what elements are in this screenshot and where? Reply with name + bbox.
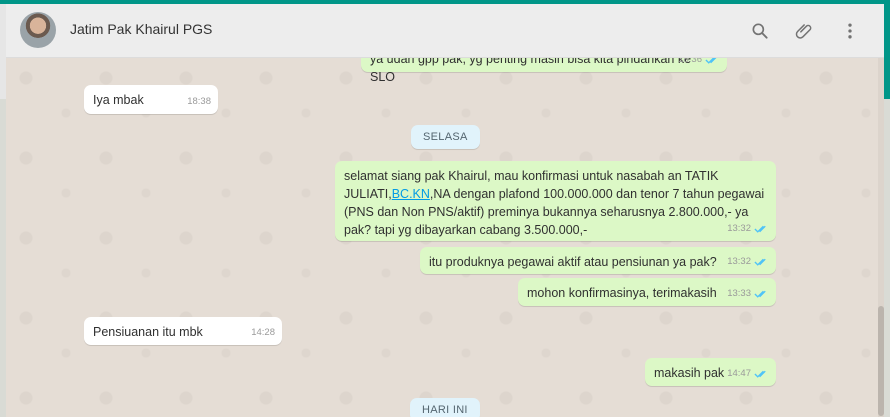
read-tick-icon (754, 225, 766, 233)
scrollbar-thumb[interactable] (878, 306, 884, 416)
message-link[interactable]: BC.KN (392, 187, 430, 201)
message-bubble[interactable]: selamat siang pak Khairul, mau konfirmas… (335, 161, 776, 241)
message-bubble[interactable]: Iya mbak 18:38 (84, 85, 218, 114)
message-text: makasih pak (654, 366, 725, 380)
read-tick-icon (754, 290, 766, 298)
message-meta: 18:36 (678, 58, 720, 69)
message-time: 18:38 (187, 96, 211, 107)
date-divider: SELASA (411, 125, 480, 149)
message-text: Iya mbak (93, 93, 144, 107)
message-meta: 14:47 (727, 365, 769, 383)
message-meta: 13:32 (727, 220, 769, 238)
chat-scrollbar[interactable] (878, 58, 884, 417)
message-bubble[interactable]: Pensiuanan itu mbk 14:28 (84, 317, 282, 345)
window-edge-right (884, 4, 890, 99)
message-time: 13:33 (727, 288, 751, 299)
message-time: 18:36 (678, 58, 702, 65)
menu-icon[interactable] (838, 19, 862, 43)
message-time: 13:32 (727, 256, 751, 267)
message-meta: 14:28 (251, 324, 275, 342)
message-bubble[interactable]: mohon konfirmasinya, terimakasih 13:33 (518, 278, 776, 306)
read-tick-icon (705, 58, 717, 64)
message-time: 13:32 (727, 223, 751, 234)
message-time: 14:28 (251, 327, 275, 338)
message-meta: 18:38 (187, 93, 211, 111)
date-divider: HARI INI (410, 398, 480, 417)
message-text: mohon konfirmasinya, terimakasih (527, 286, 717, 300)
read-tick-icon (754, 370, 766, 378)
chat-header: Jatim Pak Khairul PGS (6, 4, 884, 58)
message-bubble[interactable]: itu produknya pegawai aktif atau pensiun… (420, 247, 776, 274)
message-text: ya udah gpp pak, yg penting masih bisa k… (370, 58, 692, 84)
chat-panel[interactable]: ya udah gpp pak, yg penting masih bisa k… (6, 58, 884, 417)
message-bubble[interactable]: makasih pak 14:47 (645, 358, 776, 386)
message-meta: 13:33 (727, 285, 769, 303)
search-icon[interactable] (748, 19, 772, 43)
message-time: 14:47 (727, 368, 751, 379)
message-meta: 13:32 (727, 253, 769, 271)
message-text: Pensiuanan itu mbk (93, 325, 203, 339)
attach-icon[interactable] (793, 19, 817, 43)
contact-name[interactable]: Jatim Pak Khairul PGS (70, 21, 212, 37)
contact-avatar[interactable] (20, 12, 56, 48)
message-bubble[interactable]: ya udah gpp pak, yg penting masih bisa k… (361, 58, 727, 84)
read-tick-icon (754, 258, 766, 266)
message-text: itu produknya pegawai aktif atau pensiun… (429, 255, 717, 269)
